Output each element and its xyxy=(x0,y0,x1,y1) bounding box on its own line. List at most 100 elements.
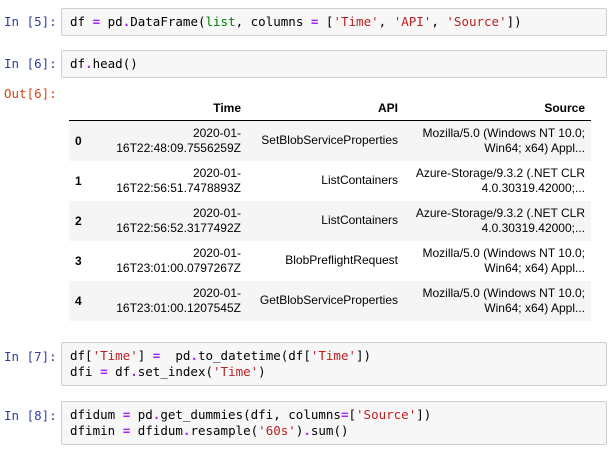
cell-7-code[interactable]: df['Time'] = pd.to_datetime(df['Time']) d… xyxy=(61,342,607,386)
code-token: df[ xyxy=(70,348,93,363)
code-line: dfidum = pd.get_dummies(dfi, columns=['S… xyxy=(70,407,598,423)
cell-api: SetBlobServiceProperties xyxy=(261,133,398,148)
code-token: = xyxy=(92,14,101,29)
table-row: 1 2020-01- 16T22:56:51.7478893Z ListContain… xyxy=(69,161,591,201)
cell-time-line: 16T22:48:09.7556259Z xyxy=(116,140,241,155)
code-line: dfi = df.set_index('Time') xyxy=(70,364,598,380)
cell-source-line: 4.0.30319.42000;... xyxy=(481,220,585,235)
cell-time-line: 16T23:01:00.1207545Z xyxy=(116,300,241,315)
cell-time: 2020-01- 16T22:56:52.3177492Z xyxy=(105,201,247,241)
code-token: . xyxy=(190,348,198,363)
cell-source-line: Win64; x64) Appl... xyxy=(484,300,585,315)
cell-time-line: 2020-01- xyxy=(192,205,241,220)
cell-time: 2020-01- 16T22:48:09.7556259Z xyxy=(105,121,247,161)
cell-time-line: 2020-01- xyxy=(192,165,241,180)
cell-source: Mozilla/5.0 (Windows NT 10.0; Win64; x64)… xyxy=(404,241,591,281)
cell-source-line: Win64; x64) Appl... xyxy=(484,140,585,155)
cell-source-line: 4.0.30319.42000;... xyxy=(481,180,585,195)
table-row: 3 2020-01- 16T23:01:00.0797267Z BlobPreflig… xyxy=(69,241,591,281)
column-header-api: API xyxy=(247,96,404,121)
cell-source-line: Mozilla/5.0 (Windows NT 10.0; xyxy=(422,285,585,300)
row-index: 0 xyxy=(75,133,82,148)
code-token: pd xyxy=(160,348,191,363)
cell-source: Azure-Storage/9.3.2 (.NET CLR 4.0.30319.4… xyxy=(404,161,591,201)
code-token: 'Source' xyxy=(356,407,417,422)
code-line: df.head() xyxy=(70,56,598,72)
code-token: dfimin xyxy=(70,423,123,438)
code-token: pd xyxy=(100,14,123,29)
row-index: 2 xyxy=(75,213,82,228)
cell-source-line: Azure-Storage/9.3.2 (.NET CLR xyxy=(415,205,585,220)
code-token: 'API' xyxy=(393,14,432,29)
code-token: DataFrame( xyxy=(130,14,206,29)
code-token: 'Time' xyxy=(213,364,259,379)
cell-time: 2020-01- 16T23:01:00.0797267Z xyxy=(105,241,247,281)
row-index: 3 xyxy=(75,253,82,268)
row-index: 1 xyxy=(75,173,82,188)
cell-time: 2020-01- 16T23:01:00.1207545Z xyxy=(105,281,247,321)
code-token: . xyxy=(130,364,138,379)
cell-source-line: Mozilla/5.0 (Windows NT 10.0; xyxy=(422,245,585,260)
code-token: to_datetime(df[ xyxy=(197,348,311,363)
cell-time-line: 2020-01- xyxy=(192,285,241,300)
cell-source-line: Mozilla/5.0 (Windows NT 10.0; xyxy=(422,125,585,140)
table-row: 4 2020-01- 16T23:01:00.1207545Z GetBlobServ… xyxy=(69,280,591,321)
cell-api: BlobPreflightRequest xyxy=(285,253,398,267)
cell-source: Azure-Storage/9.3.2 (.NET CLR 4.0.30319.4… xyxy=(404,201,591,241)
table-body: 0 2020-01- 16T22:48:09.7556259Z SetBlobServ… xyxy=(69,120,591,321)
index-header xyxy=(69,96,105,121)
dataframe-output: Time API Source 0 2020-01- 16T22:48:09.755… xyxy=(69,96,591,321)
code-token: , xyxy=(378,14,394,29)
code-token: 'Time' xyxy=(310,348,357,363)
code-token: . xyxy=(303,423,311,438)
code-token: set_index( xyxy=(137,364,214,379)
code-token: df xyxy=(107,364,131,379)
cell-api: ListContainers xyxy=(321,173,398,187)
code-line: df = pd.DataFrame(list, columns = ['Time… xyxy=(70,14,598,30)
table-row: 0 2020-01- 16T22:48:09.7556259Z SetBlobServ… xyxy=(69,120,591,161)
code-token: ] xyxy=(137,348,153,363)
table-row: 2 2020-01- 16T22:56:52.3177492Z ListContain… xyxy=(69,200,591,241)
code-token: = xyxy=(100,364,108,379)
column-header-source: Source xyxy=(404,96,591,121)
code-line: dfimin = dfidum.resample('60s').sum() xyxy=(70,423,598,439)
code-token: dfidum xyxy=(70,407,123,422)
code-token: '60s' xyxy=(258,423,296,438)
cell-5-code[interactable]: df = pd.DataFrame(list, columns = ['Time… xyxy=(61,8,607,36)
code-token: dfi xyxy=(70,364,101,379)
cell-time: 2020-01- 16T22:56:51.7478893Z xyxy=(105,161,247,201)
code-token: ]) xyxy=(356,348,372,363)
cell-6-prompt: In [6]: xyxy=(4,56,57,71)
cell-time-line: 16T22:56:51.7478893Z xyxy=(116,180,241,195)
cell-source: Mozilla/5.0 (Windows NT 10.0; Win64; x64)… xyxy=(404,121,591,161)
code-token: get_dummies(dfi, columns xyxy=(160,407,341,422)
code-token: 'Time' xyxy=(333,14,379,29)
code-token: df xyxy=(70,14,86,29)
cell-api: GetBlobServiceProperties xyxy=(259,293,398,307)
cell-source-line: Win64; x64) Appl... xyxy=(484,260,585,275)
code-token: 'Source' xyxy=(446,14,507,29)
code-line: df['Time'] = pd.to_datetime(df['Time']) xyxy=(70,348,598,364)
code-token: resample( xyxy=(190,423,259,438)
code-token: head() xyxy=(92,56,138,71)
cell-api: ListContainers xyxy=(321,213,398,227)
code-token: [ xyxy=(318,14,334,29)
cell-source-line: Azure-Storage/9.3.2 (.NET CLR xyxy=(415,165,585,180)
cell-5-prompt: In [5]: xyxy=(4,14,57,29)
cell-time-line: 2020-01- xyxy=(192,245,241,260)
cell-6-code[interactable]: df.head() xyxy=(61,50,607,78)
cell-8-code[interactable]: dfidum = pd.get_dummies(dfi, columns=['S… xyxy=(61,401,607,445)
code-token: pd xyxy=(130,407,153,422)
code-token: , xyxy=(431,14,447,29)
cell-7-prompt: In [7]: xyxy=(4,349,57,364)
code-token: sum() xyxy=(310,423,349,438)
code-token: [ xyxy=(348,407,357,422)
code-token: . xyxy=(85,56,93,71)
code-token: ) xyxy=(258,364,266,379)
code-token: ]) xyxy=(506,14,522,29)
table-header-row: Time API Source xyxy=(69,96,591,121)
code-token: , columns xyxy=(235,14,311,29)
code-token: ]) xyxy=(416,407,432,422)
code-token: list xyxy=(205,14,236,29)
